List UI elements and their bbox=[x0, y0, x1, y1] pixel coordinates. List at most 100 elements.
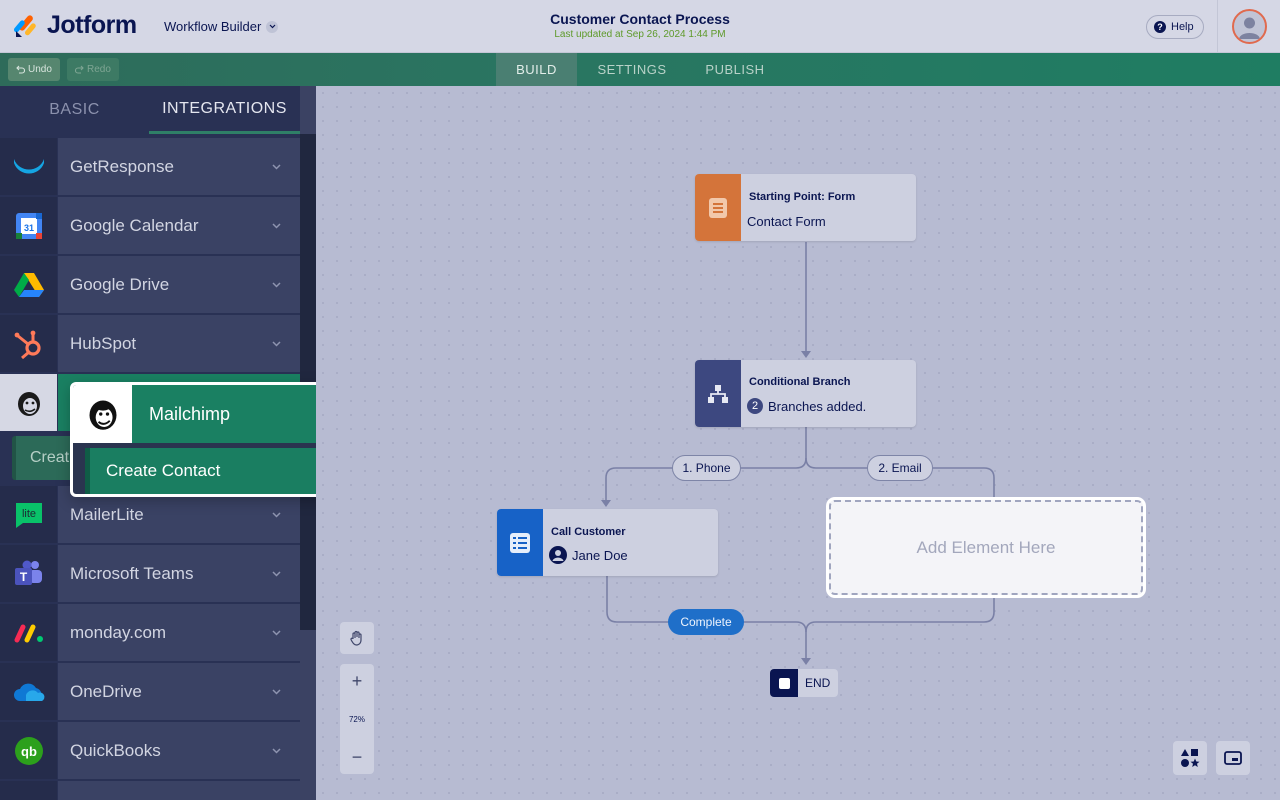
integration-item-onedrive[interactable]: OneDrive bbox=[0, 663, 300, 720]
start-node-title: Starting Point: Form bbox=[749, 191, 856, 203]
call-node-title: Call Customer bbox=[551, 526, 626, 538]
integration-item-google-drive[interactable]: Google Drive bbox=[0, 256, 300, 313]
redo-label: Redo bbox=[87, 64, 111, 75]
avatar[interactable] bbox=[1232, 9, 1267, 44]
assignee-name: Jane Doe bbox=[572, 547, 628, 563]
pan-tool-button[interactable] bbox=[340, 622, 374, 654]
help-button[interactable]: ? Help bbox=[1146, 15, 1204, 39]
branch-icon bbox=[708, 384, 728, 403]
add-element-dropzone[interactable]: Add Element Here bbox=[829, 500, 1143, 595]
integration-item-monday[interactable]: monday.com bbox=[0, 604, 300, 661]
integration-label: QuickBooks bbox=[70, 740, 161, 760]
stop-icon bbox=[770, 669, 798, 697]
onedrive-icon bbox=[13, 683, 44, 701]
google-drive-icon bbox=[13, 272, 44, 297]
quickbooks-icon: qb bbox=[14, 736, 43, 765]
minimap-icon bbox=[1224, 751, 1242, 765]
redo-icon bbox=[75, 65, 84, 74]
hand-icon bbox=[350, 630, 362, 646]
zoom-in-button[interactable]: + bbox=[340, 664, 374, 698]
svg-text:T: T bbox=[19, 570, 27, 584]
mailerlite-icon: lite bbox=[15, 502, 42, 528]
branch-label-email[interactable]: 2. Email bbox=[867, 455, 933, 481]
zoom-controls: + 72% − bbox=[340, 664, 374, 774]
zoom-out-button[interactable]: − bbox=[340, 740, 374, 774]
module-label: Workflow Builder bbox=[164, 19, 262, 34]
redo-button[interactable]: Redo bbox=[67, 58, 119, 81]
shapes-icon bbox=[1181, 749, 1200, 767]
integration-label: GetResponse bbox=[70, 156, 174, 176]
integration-item-google-calendar[interactable]: 31 Google Calendar bbox=[0, 197, 300, 254]
end-node[interactable]: END bbox=[770, 669, 838, 697]
brand-name: Jotform bbox=[47, 11, 137, 39]
integration-label: OneDrive bbox=[70, 681, 142, 701]
google-calendar-icon: 31 bbox=[15, 212, 42, 239]
monday-icon bbox=[14, 624, 43, 642]
end-label: END bbox=[805, 676, 831, 690]
undo-label: Undo bbox=[28, 64, 52, 75]
tab-integrations[interactable]: INTEGRATIONS bbox=[149, 86, 300, 134]
branch-label-phone[interactable]: 1. Phone bbox=[672, 455, 741, 481]
getresponse-icon bbox=[13, 158, 44, 173]
call-node-assignee: Jane Doe bbox=[549, 546, 628, 564]
call-customer-node[interactable]: Call Customer Jane Doe bbox=[497, 509, 718, 576]
user-icon bbox=[1239, 17, 1260, 39]
chevron-down-icon bbox=[272, 341, 281, 347]
chevron-down-icon bbox=[272, 630, 281, 636]
builder-toolbar: Undo Redo BUILD SETTINGS PUBLISH bbox=[0, 53, 1280, 86]
zoom-level: 72% bbox=[348, 714, 365, 724]
svg-text:lite: lite bbox=[21, 508, 35, 520]
task-list-icon bbox=[510, 532, 530, 553]
undo-button[interactable]: Undo bbox=[8, 58, 60, 81]
tab-basic[interactable]: BASIC bbox=[0, 86, 149, 134]
svg-text:31: 31 bbox=[23, 223, 33, 233]
complete-label[interactable]: Complete bbox=[668, 609, 744, 635]
question-icon: ? bbox=[1154, 21, 1166, 33]
integration-item-microsoft-teams[interactable]: T Microsoft Teams bbox=[0, 545, 300, 602]
chevron-down-icon bbox=[272, 282, 281, 288]
branch-count-badge: 2 bbox=[747, 398, 763, 414]
branch-node-text: Branches added. bbox=[768, 398, 867, 414]
mailchimp-icon bbox=[17, 391, 40, 416]
app-header: Jotform Workflow Builder Customer Contac… bbox=[0, 0, 1280, 53]
workflow-builder-dropdown[interactable]: Workflow Builder bbox=[164, 19, 279, 34]
mailchimp-title: Mailchimp bbox=[149, 403, 231, 424]
conditional-branch-node[interactable]: Conditional Branch 2 Branches added. bbox=[695, 360, 916, 427]
integration-label: Google Drive bbox=[70, 274, 170, 294]
integration-item-quickbooks[interactable]: qb QuickBooks bbox=[0, 722, 300, 779]
workflow-title-block: Customer Contact Process Last updated at… bbox=[440, 11, 840, 40]
undo-icon bbox=[16, 65, 25, 74]
hubspot-icon bbox=[14, 330, 41, 359]
chevron-down-icon bbox=[272, 512, 281, 518]
chevron-down-icon bbox=[272, 164, 281, 170]
microsoft-teams-icon: T bbox=[14, 560, 42, 585]
integration-item-hubspot[interactable]: HubSpot bbox=[0, 315, 300, 372]
chevron-down-icon bbox=[272, 571, 281, 577]
sidebar-tabs: BASIC INTEGRATIONS bbox=[0, 86, 300, 134]
integration-label: monday.com bbox=[70, 622, 167, 642]
start-node[interactable]: Starting Point: Form Contact Form bbox=[695, 174, 916, 241]
create-contact-action-stub[interactable]: Creat bbox=[12, 436, 72, 480]
mailchimp-icon bbox=[89, 400, 116, 430]
integration-label: Google Calendar bbox=[70, 215, 199, 235]
branch-node-title: Conditional Branch bbox=[749, 376, 851, 388]
elements-panel-button[interactable] bbox=[1173, 741, 1207, 775]
integration-label: Microsoft Teams bbox=[70, 563, 194, 583]
workflow-canvas[interactable]: Starting Point: Form Contact Form Condit… bbox=[316, 86, 1280, 800]
branch-node-summary: 2 Branches added. bbox=[747, 398, 866, 414]
integration-item-partial[interactable] bbox=[0, 781, 300, 800]
form-icon bbox=[709, 197, 727, 218]
chevron-down-icon bbox=[272, 748, 281, 754]
minimap-button[interactable] bbox=[1216, 741, 1250, 775]
chevron-down-icon bbox=[272, 689, 281, 695]
integration-item-getresponse[interactable]: GetResponse bbox=[0, 138, 300, 195]
chevron-down-icon bbox=[266, 20, 279, 33]
tab-publish[interactable]: PUBLISH bbox=[690, 53, 780, 86]
svg-text:qb: qb bbox=[21, 744, 37, 759]
page-title[interactable]: Customer Contact Process bbox=[440, 11, 840, 27]
jotform-logo[interactable]: Jotform bbox=[14, 11, 137, 40]
header-divider bbox=[1217, 0, 1218, 53]
tab-settings[interactable]: SETTINGS bbox=[582, 53, 682, 86]
jotform-logo-icon bbox=[14, 14, 36, 37]
tab-build[interactable]: BUILD bbox=[496, 53, 577, 86]
